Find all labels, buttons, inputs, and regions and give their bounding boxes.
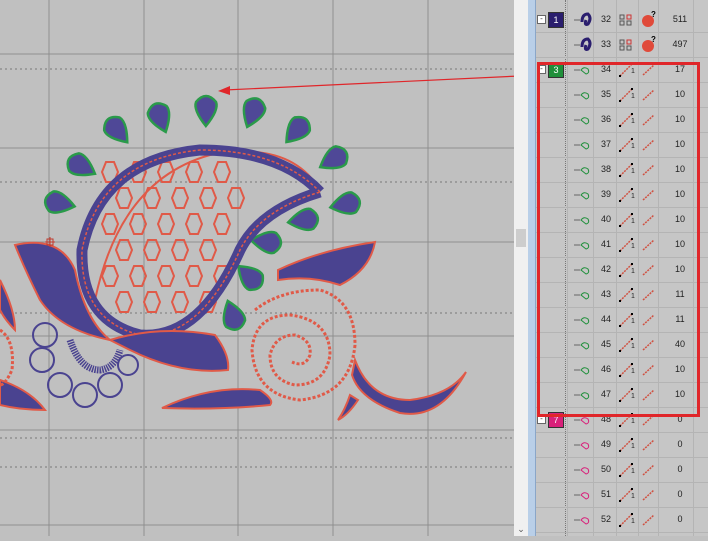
svg-text:?: ?: [651, 11, 656, 19]
lattice-cell: [198, 239, 218, 261]
object-number: 33: [600, 39, 611, 49]
stitch-line-icon: [642, 439, 655, 451]
run-count: 1: [631, 493, 635, 500]
object-number: 50: [600, 464, 611, 474]
design-canvas[interactable]: [0, 0, 541, 536]
stitch-count: 0: [677, 464, 683, 474]
unknown-color-ball-icon: ?: [642, 11, 656, 27]
lattice-cell: [142, 239, 162, 261]
petal: [194, 94, 218, 128]
lattice-cell: [226, 187, 246, 209]
arrow-annotation: [218, 74, 541, 95]
lattice-cell: [142, 291, 162, 313]
run-count: 1: [631, 518, 635, 525]
petal: [66, 152, 97, 177]
collapse-toggle-icon[interactable]: -: [537, 15, 546, 24]
stitch-count: 0: [677, 439, 683, 449]
lattice-cell: [184, 161, 204, 183]
object-number: 32: [600, 14, 611, 24]
lattice-cell: [142, 187, 162, 209]
lattice-cell: [156, 265, 176, 287]
lattice-cell: [198, 187, 218, 209]
object-number: 49: [600, 439, 611, 449]
lattice-cell: [170, 291, 190, 313]
lattice-cell: [100, 213, 120, 235]
petal: [285, 115, 312, 144]
object-row[interactable]: 33? 497: [536, 32, 708, 58]
stitch-count: 497: [672, 39, 688, 49]
petal: [43, 190, 77, 214]
satin-shape-icon: [574, 12, 592, 26]
lattice-cell: [114, 291, 134, 313]
lattice-cell: [212, 213, 232, 235]
lattice-cell: [114, 187, 134, 209]
stitch-type-icon: [619, 39, 632, 51]
petal: [242, 97, 267, 129]
vertical-scrollbar[interactable]: ⌄: [514, 0, 528, 536]
lattice-cell: [156, 213, 176, 235]
object-row[interactable]: 50 1 0: [536, 457, 708, 483]
object-row[interactable]: -1 32? 511: [536, 7, 708, 33]
stitch-line-icon: [642, 489, 655, 501]
lattice-cell: [170, 239, 190, 261]
run-count: 1: [631, 468, 635, 475]
run-count: 1: [631, 443, 635, 450]
petal: [146, 102, 171, 134]
stitch-line-icon: [642, 464, 655, 476]
embroidery-design: [0, 0, 541, 536]
color-group-box[interactable]: 1: [548, 12, 564, 28]
lattice-cell: [184, 265, 204, 287]
object-row[interactable]: 51 1 0: [536, 482, 708, 508]
stitch-count: 0: [677, 514, 683, 524]
run-shape-icon: [574, 442, 590, 450]
stitch-count: 0: [677, 489, 683, 499]
stitch-line-icon: [642, 514, 655, 526]
satin-shape-icon: [574, 37, 592, 51]
scroll-down-arrow-icon[interactable]: ⌄: [516, 524, 526, 536]
lattice-cell: [212, 161, 232, 183]
petal: [102, 115, 129, 144]
crosshair-cursor-icon: [45, 237, 55, 247]
run-count: 1: [631, 418, 635, 425]
run-shape-icon: [574, 517, 590, 525]
lattice-cell: [184, 213, 204, 235]
object-number: 52: [600, 514, 611, 524]
object-row[interactable]: 52 1 0: [536, 507, 708, 533]
panel-border: [528, 0, 536, 536]
unknown-color-ball-icon: ?: [642, 36, 656, 52]
petal: [286, 207, 320, 232]
stitch-count: 511: [672, 14, 688, 24]
lattice-cell: [114, 239, 134, 261]
lattice-cell: [170, 187, 190, 209]
petal: [222, 299, 247, 331]
selection-highlight-box: [537, 62, 700, 417]
lattice-cell: [100, 265, 120, 287]
svg-text:?: ?: [651, 36, 656, 44]
run-shape-icon: [574, 467, 590, 475]
scrollbar-thumb[interactable]: [516, 229, 526, 247]
stitch-type-icon: [619, 14, 632, 26]
run-shape-icon: [574, 492, 590, 500]
object-row[interactable]: 49 1 0: [536, 432, 708, 458]
object-number: 51: [600, 489, 611, 499]
